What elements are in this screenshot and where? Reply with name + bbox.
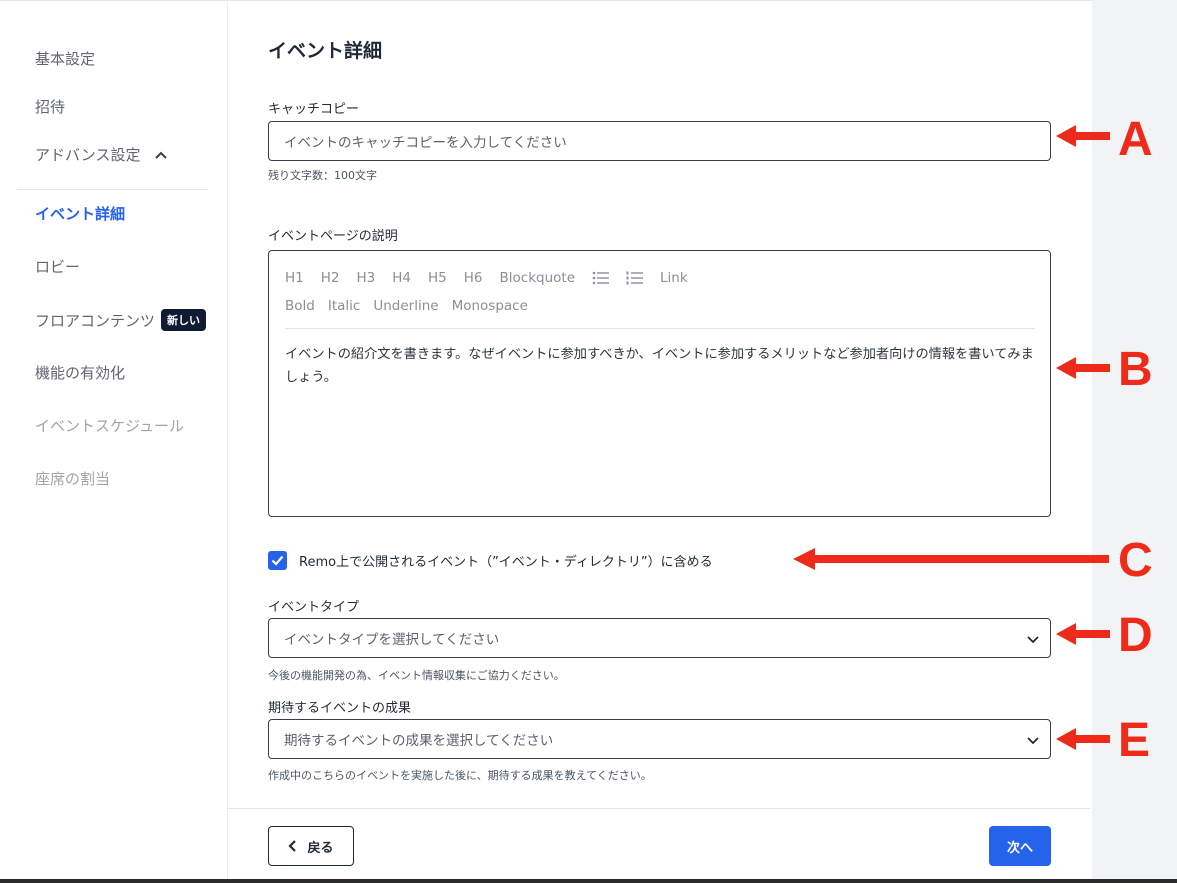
- sidebar-item-label: 座席の割当: [35, 470, 111, 488]
- bottom-edge: [0, 879, 1177, 883]
- toolbar-h3-button[interactable]: H3: [357, 270, 376, 286]
- sidebar-item-label: フロアコンテンツ: [35, 311, 156, 330]
- sidebar-item-label: 機能の有効化: [35, 364, 126, 382]
- chevron-left-icon: [288, 840, 297, 852]
- sidebar-item-event-schedule: イベントスケジュール: [35, 415, 184, 436]
- event-type-select[interactable]: イベントタイプを選択してください: [268, 618, 1051, 658]
- back-button[interactable]: 戻る: [268, 826, 354, 866]
- toolbar-h5-button[interactable]: H5: [428, 270, 447, 286]
- checkmark-icon: [271, 555, 284, 566]
- sidebar-item-label: ロビー: [35, 258, 81, 276]
- sidebar-item-advanced-settings[interactable]: アドバンス設定: [35, 144, 168, 165]
- sidebar-item-label: イベントスケジュール: [35, 417, 184, 435]
- sidebar-item-event-details[interactable]: イベント詳細: [35, 203, 125, 224]
- numbered-list-icon[interactable]: [626, 271, 644, 285]
- sidebar-divider: [17, 189, 208, 190]
- catchcopy-placeholder: イベントのキャッチコピーを入力してください: [284, 135, 567, 151]
- annotation-letter-d: D: [1118, 609, 1153, 662]
- chevron-down-icon: [1027, 737, 1039, 745]
- directory-checkbox[interactable]: [268, 551, 287, 570]
- directory-checkbox-label: Remo上で公開されるイベント（”イベント・ディレクトリ”）に含める: [299, 555, 713, 570]
- toolbar-monospace-button[interactable]: Monospace: [452, 298, 528, 314]
- page-title: イベント詳細: [268, 40, 383, 62]
- next-button[interactable]: 次へ: [989, 826, 1051, 866]
- toolbar-underline-button[interactable]: Underline: [373, 298, 438, 314]
- footer-divider: [228, 808, 1090, 809]
- sidebar-item-lobby[interactable]: ロビー: [35, 256, 80, 277]
- back-button-label: 戻る: [307, 840, 334, 856]
- description-editor[interactable]: H1 H2 H3 H4 H5 H6 Blockquote Link Bold I…: [268, 250, 1051, 517]
- chevron-down-icon: [1027, 636, 1039, 644]
- annotation-letter-e: E: [1118, 714, 1151, 767]
- toolbar-italic-button[interactable]: Italic: [328, 298, 360, 314]
- sidebar-item-basic-settings[interactable]: 基本設定: [35, 48, 95, 69]
- chevron-up-icon: [155, 151, 168, 159]
- event-type-label: イベントタイプ: [268, 600, 360, 615]
- outcome-placeholder: 期待するイベントの成果を選択してください: [284, 733, 554, 749]
- annotation-letter-b: B: [1118, 343, 1153, 396]
- annotation-arrow-b: [1056, 357, 1110, 379]
- directory-checkbox-row[interactable]: Remo上で公開されるイベント（”イベント・ディレクトリ”）に含める: [268, 551, 713, 570]
- event-type-placeholder: イベントタイプを選択してください: [284, 632, 500, 648]
- annotation-arrow-c: [793, 548, 1109, 570]
- toolbar-h1-button[interactable]: H1: [285, 270, 304, 286]
- toolbar-blockquote-button[interactable]: Blockquote: [500, 270, 576, 286]
- annotation-arrow-a: [1056, 125, 1110, 147]
- editor-toolbar-row: Bold Italic Underline Monospace: [285, 298, 545, 314]
- toolbar-h4-button[interactable]: H4: [392, 270, 411, 286]
- new-badge: 新しい: [161, 309, 207, 331]
- next-button-label: 次へ: [1006, 840, 1033, 856]
- event-type-helper: 今後の機能開発の為、イベント情報収集にご協力ください。: [268, 669, 565, 682]
- editor-divider: [285, 328, 1035, 329]
- sidebar-item-label: 招待: [35, 98, 66, 116]
- sidebar-item-seat-assignment: 座席の割当: [35, 468, 110, 489]
- catchcopy-input[interactable]: イベントのキャッチコピーを入力してください: [268, 121, 1051, 161]
- annotation-arrow-e: [1056, 728, 1110, 750]
- toolbar-link-button[interactable]: Link: [660, 270, 688, 286]
- description-label: イベントページの説明: [268, 229, 398, 244]
- sidebar: 基本設定 招待 アドバンス設定 イベント詳細 ロビー フロアコンテンツ 新しい …: [0, 0, 228, 879]
- annotation-letter-a: A: [1118, 113, 1153, 166]
- toolbar-h2-button[interactable]: H2: [321, 270, 340, 286]
- annotation-letter-c: C: [1118, 534, 1153, 587]
- outcome-select[interactable]: 期待するイベントの成果を選択してください: [268, 719, 1051, 759]
- sidebar-item-feature-enable[interactable]: 機能の有効化: [35, 362, 125, 383]
- outcome-label: 期待するイベントの成果: [268, 701, 412, 716]
- sidebar-item-label: 基本設定: [35, 50, 96, 68]
- catchcopy-char-count: 残り文字数：100文字: [268, 169, 377, 182]
- catchcopy-label: キャッチコピー: [268, 102, 360, 117]
- sidebar-item-invite[interactable]: 招待: [35, 96, 65, 117]
- sidebar-item-label: イベント詳細: [35, 205, 126, 223]
- bullet-list-icon[interactable]: [592, 271, 610, 285]
- sidebar-item-floor-contents[interactable]: フロアコンテンツ 新しい: [35, 309, 207, 331]
- toolbar-h6-button[interactable]: H6: [464, 270, 483, 286]
- annotation-arrow-d: [1056, 623, 1110, 645]
- toolbar-bold-button[interactable]: Bold: [285, 298, 315, 314]
- sidebar-item-label: アドバンス設定: [35, 146, 141, 164]
- outcome-helper: 作成中のこちらのイベントを実施した後に、期待する成果を教えてください。: [268, 769, 652, 782]
- description-text[interactable]: イベントの紹介文を書きます。なぜイベントに参加すべきか、イベントに参加するメリッ…: [285, 343, 1041, 389]
- editor-toolbar-row: H1 H2 H3 H4 H5 H6 Blockquote Link: [285, 270, 705, 286]
